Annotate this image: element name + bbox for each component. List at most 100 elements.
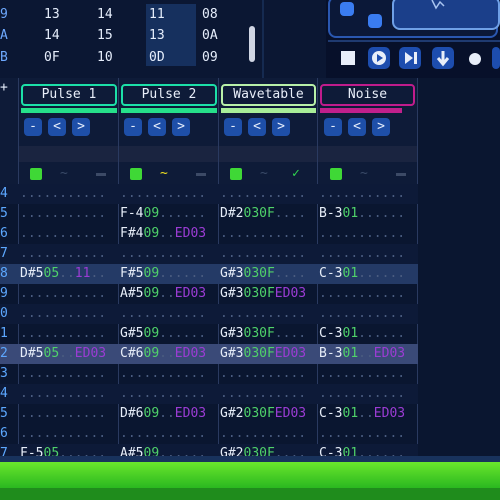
pattern-row[interactable]: 8 D#505..11.. F#509...... G#3030F.... C-301.… <box>0 264 418 284</box>
order-cell[interactable]: 13 <box>44 5 60 25</box>
order-cell[interactable]: 14 <box>97 5 113 25</box>
pattern-cell[interactable]: D#2030F.... <box>220 204 306 224</box>
mute-toggle-icon[interactable] <box>230 168 242 180</box>
pattern-row[interactable]: 3.......................................… <box>0 364 418 384</box>
next-button[interactable]: > <box>372 118 390 136</box>
minus-button[interactable]: - <box>324 118 342 136</box>
pattern-cell[interactable]: A#509..ED03 <box>120 284 206 304</box>
pattern-cell[interactable]: ........... <box>220 184 306 204</box>
order-cell[interactable]: 0D <box>149 48 165 68</box>
pattern-cell[interactable]: ........... <box>20 324 106 344</box>
pattern-cell[interactable]: F-409...... <box>120 204 206 224</box>
pattern-cell[interactable]: G#2030FED03 <box>220 404 306 424</box>
pattern-cell[interactable]: ........... <box>120 384 206 404</box>
pattern-cell[interactable]: C-301..ED03 <box>319 404 405 424</box>
pattern-cell[interactable]: ........... <box>120 424 206 444</box>
pattern-cell[interactable]: G#3030FED03 <box>220 284 306 304</box>
pattern-row[interactable]: 2 D#505..ED03 C#609..ED03 G#3030FED03 B-301.… <box>0 344 418 364</box>
pattern-editor[interactable]: 4.......................................… <box>0 184 418 464</box>
pattern-row[interactable]: 0.......................................… <box>0 304 418 324</box>
mute-toggle-icon[interactable] <box>330 168 342 180</box>
order-cell[interactable]: 08 <box>202 5 218 25</box>
next-button[interactable]: > <box>72 118 90 136</box>
pattern-cell[interactable]: ........... <box>20 184 106 204</box>
pattern-cell[interactable]: ........... <box>20 304 106 324</box>
pattern-row[interactable]: 5........... D#609..ED03 G#2030FED03 C-301.… <box>0 404 418 424</box>
pattern-cell[interactable]: D#609..ED03 <box>120 404 206 424</box>
pattern-row[interactable]: 1........... G#509...... G#3030F.... C-301.… <box>0 324 418 344</box>
record-icon[interactable] <box>469 53 481 65</box>
pattern-cell[interactable]: ........... <box>20 364 106 384</box>
pattern-cell[interactable]: B-301...... <box>319 204 405 224</box>
channel-name-pulse-1[interactable]: Pulse 1 <box>21 84 117 106</box>
pattern-cell[interactable]: ........... <box>220 424 306 444</box>
pattern-cell[interactable]: ........... <box>120 244 206 264</box>
pattern-cell[interactable]: ........... <box>120 304 206 324</box>
play-button[interactable] <box>368 47 390 69</box>
pattern-cell[interactable]: G#3030F.... <box>220 264 306 284</box>
pattern-cell[interactable]: ........... <box>319 244 405 264</box>
pattern-cell[interactable]: ........... <box>319 284 405 304</box>
pattern-row[interactable]: 6.......................................… <box>0 424 418 444</box>
pattern-cell[interactable]: C#609..ED03 <box>120 344 206 364</box>
pattern-cell[interactable]: C-301...... <box>319 264 405 284</box>
pattern-cell[interactable]: ........... <box>319 224 405 244</box>
pattern-row[interactable]: 5........... F-409...... D#2030F.... B-301.… <box>0 204 418 224</box>
loop-button[interactable] <box>492 47 500 69</box>
pattern-cell[interactable]: ........... <box>220 384 306 404</box>
pattern-cell[interactable]: C-301...... <box>319 324 405 344</box>
pattern-cell[interactable]: ........... <box>20 404 106 424</box>
pattern-cell[interactable]: ........... <box>319 424 405 444</box>
tempo-slider-knob[interactable] <box>368 14 382 28</box>
order-cell[interactable]: 09 <box>202 48 218 68</box>
minus-button[interactable]: - <box>124 118 142 136</box>
pattern-cell[interactable]: ........... <box>319 364 405 384</box>
pattern-cell[interactable]: G#509...... <box>120 324 206 344</box>
pattern-cell[interactable]: ........... <box>120 184 206 204</box>
mute-toggle-icon[interactable] <box>30 168 42 180</box>
pattern-cell[interactable]: ........... <box>220 304 306 324</box>
order-cell[interactable]: 0F <box>44 48 60 68</box>
pattern-cell[interactable]: ........... <box>319 384 405 404</box>
next-button[interactable]: > <box>272 118 290 136</box>
pattern-cell[interactable]: F#509...... <box>120 264 206 284</box>
pattern-row[interactable]: 4.......................................… <box>0 384 418 404</box>
order-cell[interactable]: 11 <box>149 5 165 25</box>
prev-button[interactable]: < <box>48 118 66 136</box>
pattern-cell[interactable]: ........... <box>220 244 306 264</box>
pattern-row[interactable]: 4.......................................… <box>0 184 418 204</box>
play-pattern-button[interactable] <box>399 47 421 69</box>
order-cell[interactable]: 0A <box>202 26 218 46</box>
order-cell[interactable]: 10 <box>97 48 113 68</box>
prev-button[interactable]: < <box>248 118 266 136</box>
volume-slider-knob[interactable] <box>340 2 354 16</box>
pattern-cell[interactable]: ........... <box>20 384 106 404</box>
channel-name-noise[interactable]: Noise <box>320 84 415 106</box>
pattern-row[interactable]: 9........... A#509..ED03 G#3030FED03......… <box>0 284 418 304</box>
pattern-cell[interactable]: ........... <box>220 364 306 384</box>
channel-name-wavetable[interactable]: Wavetable <box>221 84 316 106</box>
pattern-cell[interactable]: D#505..ED03 <box>20 344 106 364</box>
pattern-cell[interactable]: ........... <box>20 204 106 224</box>
pattern-cell[interactable]: B-301..ED03 <box>319 344 405 364</box>
pattern-cell[interactable]: ........... <box>120 364 206 384</box>
minus-button[interactable]: - <box>24 118 42 136</box>
order-cell[interactable]: 14 <box>44 26 60 46</box>
channel-name-pulse-2[interactable]: Pulse 2 <box>121 84 217 106</box>
order-cell[interactable]: 15 <box>97 26 113 46</box>
pattern-cell[interactable]: ........... <box>20 284 106 304</box>
order-scrollbar[interactable] <box>249 26 255 62</box>
stop-icon[interactable] <box>341 51 355 65</box>
pattern-row[interactable]: 6........... F#409..ED03.................… <box>0 224 418 244</box>
minus-button[interactable]: - <box>224 118 242 136</box>
pattern-cell[interactable]: ........... <box>319 184 405 204</box>
order-cell[interactable]: 13 <box>149 26 165 46</box>
pattern-cell[interactable]: D#505..11.. <box>20 264 106 284</box>
mute-toggle-icon[interactable] <box>130 168 142 180</box>
pattern-row[interactable]: 7.......................................… <box>0 244 418 264</box>
prev-button[interactable]: < <box>148 118 166 136</box>
pattern-cell[interactable]: G#3030F.... <box>220 324 306 344</box>
prev-button[interactable]: < <box>348 118 366 136</box>
pattern-cell[interactable]: ........... <box>220 224 306 244</box>
pattern-cell[interactable]: G#3030FED03 <box>220 344 306 364</box>
